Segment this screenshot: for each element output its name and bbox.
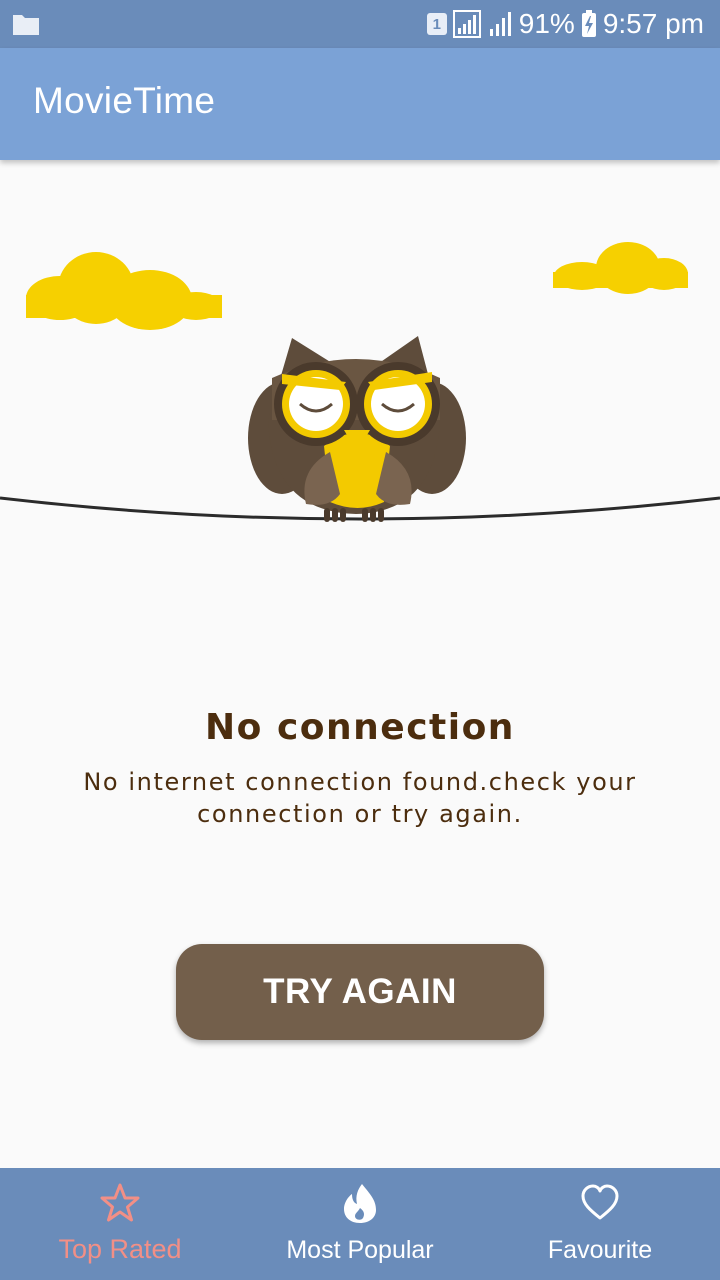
cloud-right-icon [553, 242, 688, 294]
battery-percent: 91% [518, 8, 575, 39]
sleeping-owl-illustration [0, 242, 720, 522]
message-line-2: connection or try again. [197, 800, 523, 828]
try-again-button[interactable]: TRY AGAIN [176, 944, 544, 1040]
heart-icon [581, 1184, 619, 1220]
nav-item-most-popular[interactable]: Most Popular [240, 1168, 480, 1280]
cloud-left-icon [26, 252, 222, 330]
message-line-1: No internet connection found.check your [83, 768, 637, 796]
status-indicators: 1 91% 9:57 pm [426, 0, 704, 48]
app-bar: MovieTime [0, 48, 720, 160]
nav-item-top-rated[interactable]: Top Rated [0, 1168, 240, 1280]
status-bar: 1 91% 9:57 pm [0, 0, 720, 48]
flame-icon [344, 1184, 376, 1223]
no-connection-message: No internet connection found.check your … [30, 766, 690, 830]
nav-label-most-popular: Most Popular [286, 1236, 434, 1264]
nav-label-favourite: Favourite [547, 1236, 653, 1264]
bottom-navigation: Top Rated Most Popular Favourite [0, 1168, 720, 1280]
nav-item-favourite[interactable]: Favourite [480, 1168, 720, 1280]
signal-strength-icon [452, 10, 481, 38]
signal-strength-2-icon [489, 12, 511, 36]
star-icon [100, 1183, 140, 1222]
no-connection-title: No connection [205, 707, 515, 748]
sim-slot-icon: 1 [426, 13, 447, 35]
owl-icon [248, 336, 466, 522]
app-title: MovieTime [33, 80, 216, 121]
battery-charging-icon [581, 10, 596, 37]
clock: 9:57 pm [602, 8, 704, 39]
nav-label-top-rated: Top Rated [58, 1234, 182, 1264]
folder-notification-icon [13, 15, 39, 35]
